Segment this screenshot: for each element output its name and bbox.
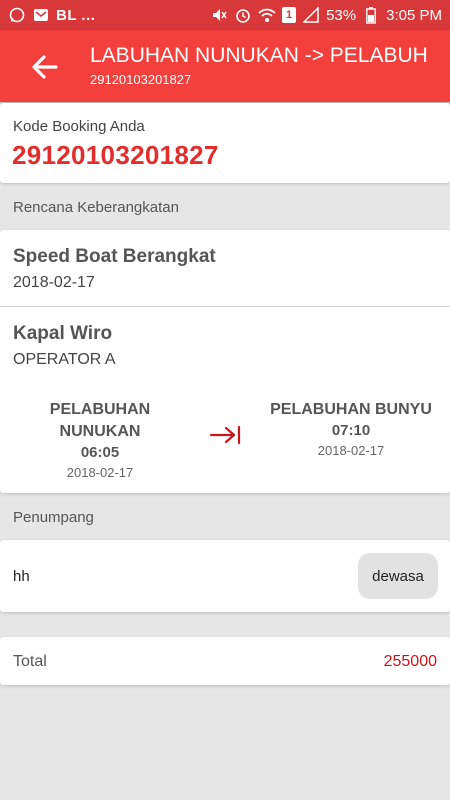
status-left-text: BL ... bbox=[56, 6, 96, 24]
booking-code-value: 29120103201827 bbox=[12, 140, 219, 170]
page-subtitle: 29120103201827 bbox=[90, 72, 192, 87]
app-bar: LABUHAN NUNUKAN -> PELABUH 2912010320182… bbox=[0, 30, 450, 102]
origin-date: 2018-02-17 bbox=[66, 465, 134, 480]
ship-name: Kapal Wiro bbox=[13, 323, 113, 344]
origin-block: PELABUHAN NUNUKAN 06:05 2018-02-17 bbox=[30, 399, 170, 483]
origin-time: 06:05 bbox=[80, 444, 120, 461]
passenger-card: hh dewasa bbox=[0, 540, 450, 612]
page-title: LABUHAN NUNUKAN -> PELABUH bbox=[90, 44, 428, 67]
battery-icon bbox=[362, 6, 380, 24]
back-arrow-icon[interactable] bbox=[28, 50, 62, 84]
mail-icon bbox=[32, 6, 50, 24]
total-card: Total 255000 bbox=[0, 637, 450, 685]
passenger-name: hh bbox=[13, 568, 30, 585]
destination-time: 07:10 bbox=[331, 422, 371, 439]
passengers-section-label: Penumpang bbox=[13, 509, 94, 526]
trip-divider bbox=[0, 306, 450, 307]
operator-name: OPERATOR A bbox=[13, 351, 116, 368]
signal-icon bbox=[302, 6, 320, 24]
passenger-category-chip[interactable]: dewasa bbox=[358, 553, 438, 599]
status-bar: BL ... 1 53% 3:05 PM bbox=[0, 0, 450, 30]
alarm-icon bbox=[234, 6, 252, 24]
destination-port: PELABUHAN BUNYU bbox=[270, 401, 432, 418]
departure-plan-section-label: Rencana Keberangkatan bbox=[13, 199, 179, 216]
destination-block: PELABUHAN BUNYU 07:10 2018-02-17 bbox=[262, 399, 440, 461]
booking-code-label: Kode Booking Anda bbox=[13, 118, 145, 135]
wifi-icon bbox=[258, 6, 276, 24]
destination-date: 2018-02-17 bbox=[317, 443, 385, 458]
sim-badge: 1 bbox=[282, 7, 297, 23]
battery-percent: 53% bbox=[326, 6, 357, 24]
trip-date: 2018-02-17 bbox=[13, 274, 95, 291]
clock: 3:05 PM bbox=[386, 6, 442, 24]
mute-icon bbox=[210, 6, 228, 24]
whatsapp-icon bbox=[8, 6, 26, 24]
route-arrow-icon bbox=[208, 423, 242, 447]
origin-port: PELABUHAN NUNUKAN bbox=[49, 401, 151, 440]
booking-code-card: Kode Booking Anda 29120103201827 bbox=[0, 103, 450, 183]
trip-type: Speed Boat Berangkat bbox=[13, 246, 216, 267]
total-value: 255000 bbox=[383, 653, 437, 670]
total-label: Total bbox=[13, 653, 47, 670]
